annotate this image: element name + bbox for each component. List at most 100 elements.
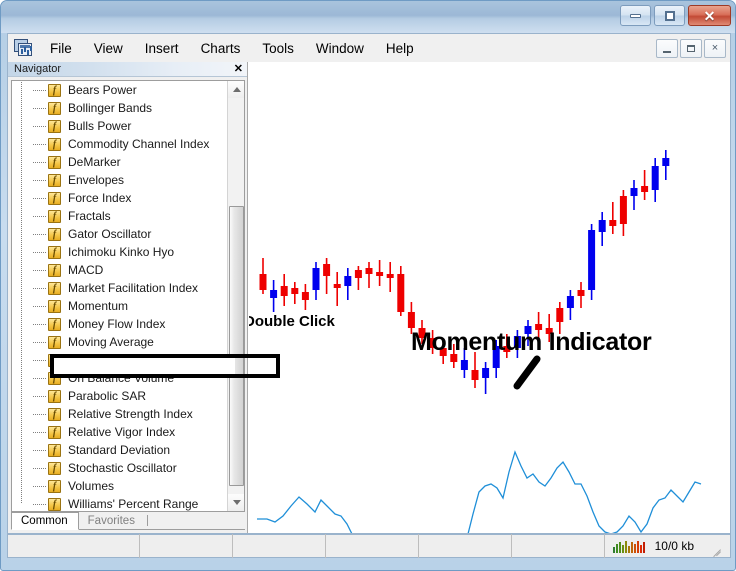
status-cell-3	[233, 534, 326, 558]
indicator-function-icon: f	[48, 461, 61, 475]
navigator-item-williams-percent-range[interactable]: f Williams' Percent Range	[12, 494, 228, 511]
candle-body	[365, 268, 373, 274]
indicator-function-icon: f	[48, 83, 61, 97]
mdi-restore-icon	[687, 44, 695, 52]
menu-item-insert[interactable]: Insert	[134, 38, 190, 59]
indicator-function-icon: f	[48, 101, 61, 115]
navigator-list-container: f Bears Power f Bollinger Bands f Bulls Power…	[11, 80, 245, 512]
navigator-item-volumes[interactable]: f Volumes	[12, 476, 228, 496]
navigator-item-relative-vigor-index[interactable]: f Relative Vigor Index	[12, 422, 228, 442]
tree-connector-icon	[18, 368, 48, 388]
menu-item-view[interactable]: View	[83, 38, 134, 59]
indicator-function-icon: f	[48, 173, 61, 187]
navigator-item-demarker[interactable]: f DeMarker	[12, 152, 228, 172]
scrollbar-thumb[interactable]	[229, 206, 244, 486]
tab-separator	[146, 515, 148, 526]
navigator-item-commodity-channel-index[interactable]: f Commodity Channel Index	[12, 134, 228, 154]
logo-front-pane	[18, 43, 32, 56]
navigator-item-momentum[interactable]: f Momentum	[12, 296, 228, 316]
navigator-item-label: Commodity Channel Index	[68, 137, 210, 151]
tree-connector-icon	[18, 422, 48, 442]
candle-body	[598, 220, 606, 232]
navigator-item-bears-power[interactable]: f Bears Power	[12, 81, 228, 100]
indicator-function-icon: f	[48, 263, 61, 277]
price-and-indicator-chart	[257, 150, 702, 533]
navigator-item-bollinger-bands[interactable]: f Bollinger Bands	[12, 98, 228, 118]
navigator-item-label: Gator Oscillator	[68, 227, 152, 241]
indicator-function-icon: f	[48, 155, 61, 169]
menu-item-help[interactable]: Help	[375, 38, 425, 59]
navigator-item-parabolic-sar[interactable]: f Parabolic SAR	[12, 386, 228, 406]
indicator-function-icon: f	[48, 209, 61, 223]
candle-body	[344, 276, 352, 286]
indicator-function-icon: f	[48, 317, 61, 331]
navigator-item-moving-average[interactable]: f Moving Average	[12, 332, 228, 352]
navigator-item-envelopes[interactable]: f Envelopes	[12, 170, 228, 190]
menu-item-tools[interactable]: Tools	[251, 38, 305, 59]
tree-connector-icon	[18, 81, 48, 100]
navigator-item-money-flow-index[interactable]: f Money Flow Index	[12, 314, 228, 334]
navigator-item-label: Envelopes	[68, 173, 125, 187]
status-cell-5	[419, 534, 512, 558]
traffic-bars-icon	[612, 540, 645, 553]
indicator-function-icon: f	[48, 479, 61, 493]
maximize-glyph-icon	[664, 10, 675, 21]
mdi-restore-button[interactable]	[680, 38, 702, 58]
navigator-item-market-facilitation-index[interactable]: f Market Facilitation Index	[12, 278, 228, 298]
status-data-text: 10/0 kb	[654, 539, 694, 553]
window-close-button[interactable]: ✕	[688, 5, 731, 26]
tree-connector-icon	[18, 260, 48, 280]
navigator-item-ichimoku-kinko-hyo[interactable]: f Ichimoku Kinko Hyo	[12, 242, 228, 262]
client-area: Navigator ✕ f Bears Power f Bollinger Bands…	[7, 62, 731, 534]
resize-grip-icon[interactable]	[708, 539, 722, 553]
menu-item-window[interactable]: Window	[305, 38, 375, 59]
candle-body	[354, 270, 362, 278]
tree-connector-icon	[18, 440, 48, 460]
window-minimize-button[interactable]	[620, 5, 651, 26]
navigator-header: Navigator ✕	[8, 62, 247, 77]
candle-body	[619, 196, 627, 224]
navigator-item-label: Relative Strength Index	[68, 407, 193, 421]
scroll-down-arrow-icon[interactable]	[228, 494, 244, 511]
navigator-item-label: Fractals	[68, 209, 111, 223]
indicator-function-icon: f	[48, 335, 61, 349]
menu-item-charts[interactable]: Charts	[190, 38, 252, 59]
candle-body	[556, 308, 564, 322]
scroll-up-arrow-icon[interactable]	[228, 81, 244, 98]
navigator-scrollbar[interactable]	[227, 81, 244, 511]
menu-item-file[interactable]: File	[39, 38, 83, 59]
navigator-item-relative-strength-index[interactable]: f Relative Strength Index	[12, 404, 228, 424]
navigator-item-standard-deviation[interactable]: f Standard Deviation	[12, 440, 228, 460]
tree-connector-icon	[18, 116, 48, 136]
indicator-function-icon: f	[48, 299, 61, 313]
tree-connector-icon	[18, 170, 48, 190]
window-maximize-button[interactable]	[654, 5, 685, 26]
candle-body	[566, 296, 574, 308]
navigator-item-gator-oscillator[interactable]: f Gator Oscillator	[12, 224, 228, 244]
tree-connector-icon	[18, 242, 48, 262]
tree-connector-icon	[18, 386, 48, 406]
navigator-item-stochastic-oscillator[interactable]: f Stochastic Oscillator	[12, 458, 228, 478]
tab-common[interactable]: Common	[11, 512, 79, 530]
mdi-close-icon: ×	[711, 42, 719, 54]
tab-favorites[interactable]: Favorites	[79, 513, 145, 529]
candle-body	[376, 272, 384, 276]
navigator-item-macd[interactable]: f MACD	[12, 260, 228, 280]
candle-body	[662, 158, 670, 166]
candle-body	[482, 368, 490, 378]
traffic-bar	[612, 546, 615, 553]
candle-body	[407, 312, 415, 328]
navigator-close-icon[interactable]: ✕	[234, 62, 243, 77]
mdi-close-button[interactable]: ×	[704, 38, 726, 58]
mdi-minimize-button[interactable]	[656, 38, 678, 58]
navigator-item-bulls-power[interactable]: f Bulls Power	[12, 116, 228, 136]
traffic-bar	[621, 544, 624, 553]
navigator-tabs: Common Favorites	[11, 512, 245, 530]
tree-connector-icon	[18, 188, 48, 208]
navigator-item-force-index[interactable]: f Force Index	[12, 188, 228, 208]
status-cell-1	[8, 534, 140, 558]
navigator-item-fractals[interactable]: f Fractals	[12, 206, 228, 226]
chart-area[interactable]: Double Click Momentum Indicator	[249, 62, 730, 533]
candle-body	[386, 274, 394, 278]
navigator-item-label: DeMarker	[68, 155, 121, 169]
